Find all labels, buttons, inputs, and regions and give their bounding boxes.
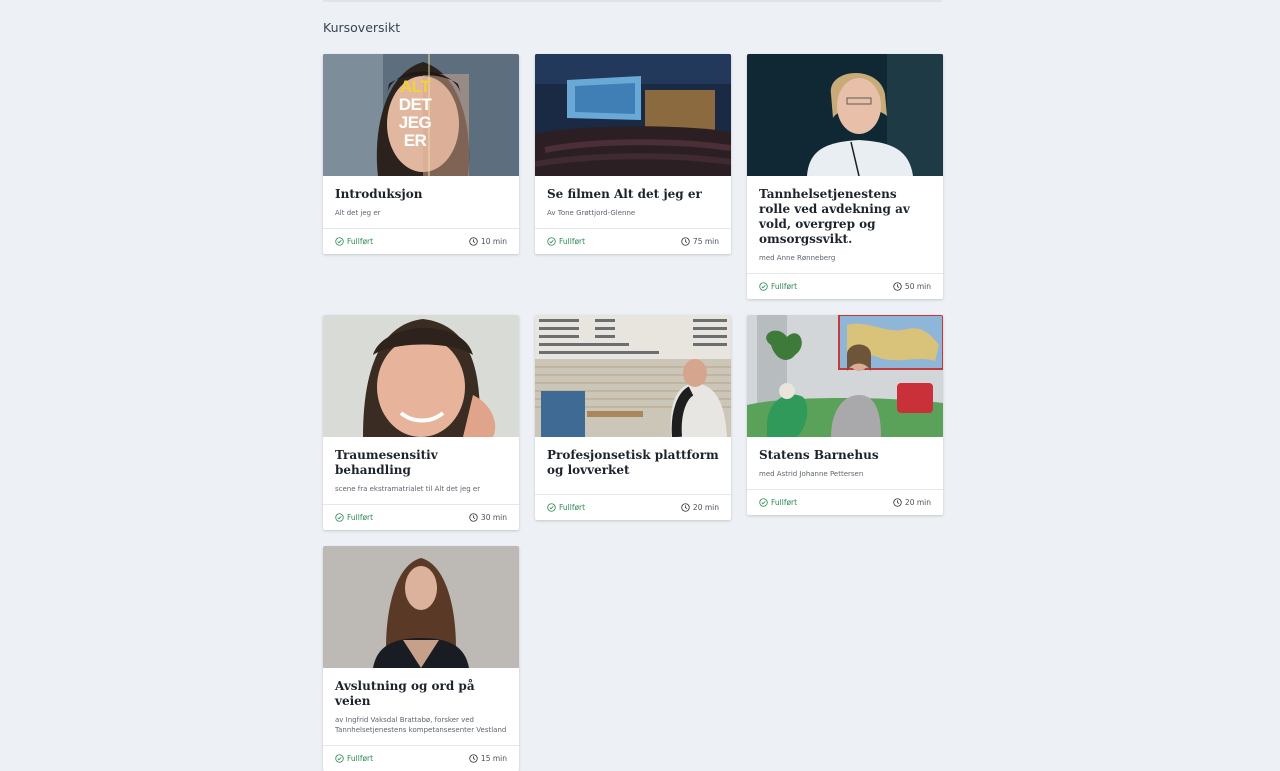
course-card[interactable]: Statens Barnehus med Astrid Johanne Pett… bbox=[747, 315, 943, 515]
course-thumbnail bbox=[747, 315, 943, 437]
clock-icon bbox=[469, 754, 478, 763]
status-label: Fullført bbox=[347, 754, 374, 763]
course-footer: Fullført 10 min bbox=[323, 228, 519, 254]
check-circle-icon bbox=[547, 237, 556, 246]
check-circle-icon bbox=[759, 282, 768, 291]
course-duration: 30 min bbox=[469, 513, 507, 522]
clock-icon bbox=[893, 498, 902, 507]
thumb-word: JEG bbox=[398, 113, 432, 132]
status-label: Fullført bbox=[559, 237, 586, 246]
status-label: Fullført bbox=[559, 503, 586, 512]
course-title: Tannhelsetjenestens rolle ved avdekning … bbox=[759, 187, 910, 246]
course-subtitle: med Astrid Johanne Pettersen bbox=[759, 470, 864, 478]
clock-icon bbox=[893, 282, 902, 291]
page-title: Kursoversikt bbox=[323, 20, 401, 35]
header-divider bbox=[323, 0, 942, 2]
course-thumbnail bbox=[535, 54, 731, 176]
duration-label: 20 min bbox=[904, 498, 931, 507]
completion-status: Fullført bbox=[335, 513, 373, 522]
status-label: Fullført bbox=[771, 498, 798, 507]
check-circle-icon bbox=[335, 237, 344, 246]
check-circle-icon bbox=[759, 498, 768, 507]
status-label: Fullført bbox=[347, 513, 374, 522]
completion-status: Fullført bbox=[759, 498, 797, 507]
completion-status: Fullført bbox=[335, 237, 373, 246]
course-footer: Fullført 50 min bbox=[747, 273, 943, 299]
course-title: Introduksjon bbox=[335, 187, 423, 201]
check-circle-icon bbox=[335, 754, 344, 763]
clock-icon bbox=[681, 503, 690, 512]
course-footer: Fullført 20 min bbox=[535, 494, 731, 520]
status-label: Fullført bbox=[347, 237, 374, 246]
thumb-word: ER bbox=[403, 131, 427, 150]
course-subtitle: Av Tone Grøttjord-Glenne bbox=[547, 209, 636, 217]
duration-label: 50 min bbox=[904, 282, 931, 291]
status-label: Fullført bbox=[771, 282, 798, 291]
course-footer: Fullført 15 min bbox=[323, 745, 519, 771]
course-grid: ALT DET JEG ER Introduksjon Alt det jeg … bbox=[323, 54, 943, 771]
course-thumbnail bbox=[535, 315, 731, 437]
duration-label: 10 min bbox=[480, 237, 507, 246]
duration-label: 75 min bbox=[692, 237, 719, 246]
course-title: Se filmen Alt det jeg er bbox=[547, 187, 702, 201]
clock-icon bbox=[469, 237, 478, 246]
duration-label: 15 min bbox=[480, 754, 507, 763]
course-footer: Fullført 20 min bbox=[747, 489, 943, 515]
course-duration: 75 min bbox=[681, 237, 719, 246]
course-subtitle: med Anne Rønneberg bbox=[759, 254, 836, 262]
duration-label: 20 min bbox=[692, 503, 719, 512]
completion-status: Fullført bbox=[759, 282, 797, 291]
course-duration: 20 min bbox=[893, 498, 931, 507]
course-card[interactable]: Tannhelsetjenestens rolle ved avdekning … bbox=[747, 54, 943, 299]
course-title: Avslutning og ord på veien bbox=[335, 679, 475, 708]
course-subtitle: av Ingfrid Vaksdal Brattabø, forsker ved… bbox=[335, 716, 507, 734]
duration-label: 30 min bbox=[480, 513, 507, 522]
thumb-word: DET bbox=[398, 95, 432, 114]
completion-status: Fullført bbox=[547, 237, 585, 246]
thumb-word: ALT bbox=[399, 77, 431, 96]
course-duration: 15 min bbox=[469, 754, 507, 763]
course-duration: 50 min bbox=[893, 282, 931, 291]
course-card[interactable]: Avslutning og ord på veien av Ingfrid Va… bbox=[323, 546, 519, 771]
course-footer: Fullført 30 min bbox=[323, 504, 519, 530]
completion-status: Fullført bbox=[547, 503, 585, 512]
course-card[interactable]: Traumesensitiv behandling scene fra ekst… bbox=[323, 315, 519, 530]
clock-icon bbox=[681, 237, 690, 246]
course-title: Statens Barnehus bbox=[759, 448, 879, 462]
course-subtitle: scene fra ekstramatrialet til Alt det je… bbox=[335, 485, 481, 493]
course-card[interactable]: ALT DET JEG ER Introduksjon Alt det jeg … bbox=[323, 54, 519, 254]
course-card[interactable]: Profesjonsetisk plattform og lovverket F… bbox=[535, 315, 731, 520]
course-thumbnail: ALT DET JEG ER bbox=[323, 54, 519, 176]
course-duration: 20 min bbox=[681, 503, 719, 512]
course-title: Profesjonsetisk plattform og lovverket bbox=[547, 448, 719, 477]
completion-status: Fullført bbox=[335, 754, 373, 763]
clock-icon bbox=[469, 513, 478, 522]
course-footer: Fullført 75 min bbox=[535, 228, 731, 254]
course-subtitle: Alt det jeg er bbox=[335, 209, 381, 217]
course-duration: 10 min bbox=[469, 237, 507, 246]
course-thumbnail bbox=[747, 54, 943, 176]
course-thumbnail bbox=[323, 315, 519, 437]
course-thumbnail bbox=[323, 546, 519, 668]
course-title: Traumesensitiv behandling bbox=[335, 448, 438, 477]
course-card[interactable]: Se filmen Alt det jeg er Av Tone Grøttjo… bbox=[535, 54, 731, 254]
check-circle-icon bbox=[547, 503, 556, 512]
check-circle-icon bbox=[335, 513, 344, 522]
